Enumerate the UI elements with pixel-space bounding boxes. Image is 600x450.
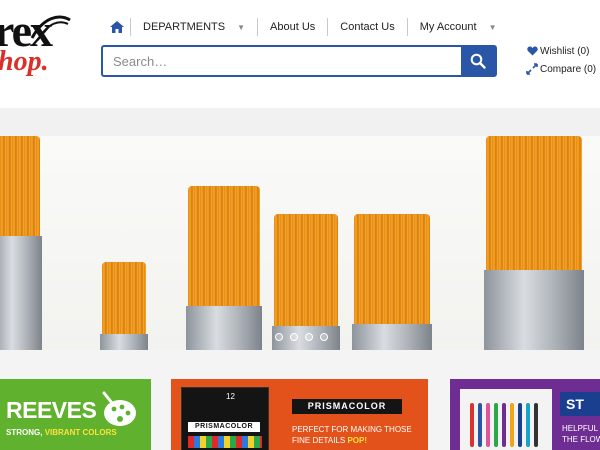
slider-pagination [275, 333, 328, 341]
nav-departments[interactable]: DEPARTMENTS ▼ [131, 16, 257, 38]
search-button[interactable] [461, 47, 495, 75]
nav-about-us-label: About Us [270, 21, 316, 33]
prismacolor-brand: PRISMACOLOR [292, 399, 402, 414]
search-icon [470, 53, 486, 69]
chevron-down-icon: ▼ [488, 22, 497, 32]
wishlist-label: Wishlist (0) [540, 45, 590, 57]
slider-dot-3[interactable] [305, 333, 313, 341]
search-input[interactable] [103, 47, 459, 75]
prismacolor-tagline-pop: POP! [347, 436, 367, 445]
home-icon [110, 21, 124, 33]
compare-label: Compare (0) [540, 63, 597, 75]
heart-icon [526, 45, 538, 57]
paintbrush-image [484, 136, 584, 350]
colored-pencils-image [188, 436, 262, 448]
reeves-palette-icon [102, 391, 136, 426]
hero-slider[interactable] [0, 136, 600, 350]
staedtler-tagline-line1: HELPFUL T [562, 424, 600, 433]
prismacolor-tagline: PERFECT FOR MAKING THOSE FINE DETAILS PO… [292, 424, 424, 446]
prismacolor-box-label: PRISMACOLOR [188, 422, 260, 432]
slider-dot-1[interactable] [275, 333, 283, 341]
nav-my-account-label: My Account [419, 21, 477, 33]
paintbrush-image [352, 214, 432, 350]
slider-dot-2[interactable] [290, 333, 298, 341]
search-bar [101, 45, 497, 77]
reeves-tagline: STRONG, VIBRANT COLORS [6, 428, 117, 437]
header-divider-band [0, 108, 600, 136]
staedtler-tagline: HELPFUL T THE FLOW [562, 423, 600, 445]
logo-swoosh-icon [30, 15, 71, 41]
nav-about-us[interactable]: About Us [258, 16, 327, 38]
prismacolor-tagline-line1: PERFECT FOR MAKING THOSE [292, 425, 412, 434]
paintbrush-image [186, 186, 262, 350]
nav-contact-us[interactable]: Contact Us [328, 16, 406, 38]
site-logo[interactable]: rex hop. [0, 8, 80, 77]
prismacolor-box-count: 12 [226, 392, 235, 401]
reeves-title: REEVES [6, 397, 97, 423]
reeves-tagline-yellow: VIBRANT COLORS [44, 428, 117, 437]
nav-departments-label: DEPARTMENTS [143, 21, 226, 33]
compare-link[interactable]: Compare (0) [526, 63, 596, 75]
prismacolor-pencil-box-image: 12 PRISMACOLOR [181, 387, 269, 450]
prismacolor-tagline-details: FINE DETAILS [292, 436, 346, 445]
paintbrush-image [272, 214, 340, 350]
promo-reeves[interactable]: REEVES STRONG, VIBRANT COLORS [0, 379, 151, 450]
site-header: rex hop. DEPARTMENTS ▼ About Us Contact … [0, 0, 600, 108]
reeves-tagline-white: STRONG, [6, 428, 43, 437]
staedtler-brand: ST [560, 392, 600, 416]
nav-contact-us-label: Contact Us [340, 21, 395, 33]
wishlist-link[interactable]: Wishlist (0) [526, 45, 589, 57]
nav-my-account[interactable]: My Account ▼ [408, 16, 509, 38]
staedtler-pens-image [460, 389, 552, 450]
logo-text-bottom: hop. [0, 46, 49, 77]
slider-dot-4[interactable] [320, 333, 328, 341]
chevron-down-icon: ▼ [237, 22, 246, 32]
prismacolor-tagline-line2: FINE DETAILS POP! [292, 435, 424, 446]
paintbrush-image [0, 136, 42, 350]
nav-home[interactable] [104, 16, 130, 38]
staedtler-tagline-line2: THE FLOW [562, 435, 600, 444]
compare-arrows-icon [526, 63, 538, 75]
promo-staedtler[interactable]: ST HELPFUL T THE FLOW [450, 379, 600, 450]
promo-prismacolor[interactable]: 12 PRISMACOLOR PRISMACOLOR PERFECT FOR M… [171, 379, 428, 450]
main-nav: DEPARTMENTS ▼ About Us Contact Us My Acc… [104, 16, 508, 38]
paintbrush-image [100, 262, 148, 350]
